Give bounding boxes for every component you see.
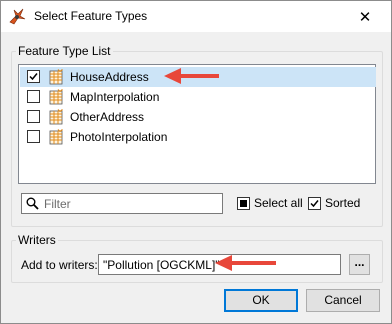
select-all-checkbox[interactable] xyxy=(237,197,250,210)
checkbox-photointerpolation[interactable] xyxy=(27,130,40,143)
list-item-photointerpolation[interactable]: PhotoInterpolation xyxy=(20,127,376,147)
close-icon: ✕ xyxy=(358,8,372,26)
browse-writers-button[interactable]: ... xyxy=(349,254,370,275)
dialog-title: Select Feature Types xyxy=(34,9,148,23)
select-all-label: Select all xyxy=(254,196,303,210)
writers-value: "Pollution [OGCKML]" xyxy=(103,258,220,272)
feature-type-icon xyxy=(49,129,63,145)
sorted-label: Sorted xyxy=(325,196,361,210)
sorted-checkbox[interactable] xyxy=(308,197,321,210)
add-to-writers-label: Add to writers: xyxy=(21,258,98,272)
list-item-label: PhotoInterpolation xyxy=(70,130,168,144)
list-item-mapinterpolation[interactable]: MapInterpolation xyxy=(20,87,376,107)
checkbox-mapinterpolation[interactable] xyxy=(27,90,40,103)
feature-type-icon xyxy=(49,69,63,85)
fme-app-icon xyxy=(9,8,26,25)
title-bar: Select Feature Types ✕ xyxy=(1,1,391,32)
select-feature-types-dialog: Select Feature Types ✕ Feature Type List… xyxy=(0,0,392,324)
cancel-button[interactable]: Cancel xyxy=(306,289,380,312)
checkmark-icon xyxy=(310,200,319,208)
list-item-label: HouseAddress xyxy=(70,70,149,84)
writers-legend: Writers xyxy=(16,233,58,247)
filter-input-box[interactable] xyxy=(21,193,223,214)
feature-type-icon xyxy=(49,109,63,125)
ok-button[interactable]: OK xyxy=(224,289,298,312)
search-icon xyxy=(26,197,39,210)
close-button[interactable]: ✕ xyxy=(339,1,391,32)
list-item-otheraddress[interactable]: OtherAddress xyxy=(20,107,376,127)
annotation-arrow-icon xyxy=(215,255,276,271)
checkmark-icon xyxy=(29,73,38,81)
checkbox-otheraddress[interactable] xyxy=(27,110,40,123)
tristate-square-icon xyxy=(240,200,247,207)
annotation-arrow-icon xyxy=(164,68,219,84)
checkbox-houseaddress[interactable] xyxy=(27,70,40,83)
filter-input[interactable] xyxy=(44,195,219,212)
list-item-label: MapInterpolation xyxy=(70,90,160,104)
feature-type-list-legend: Feature Type List xyxy=(16,44,113,58)
list-item-label: OtherAddress xyxy=(70,110,145,124)
feature-type-icon xyxy=(49,89,63,105)
